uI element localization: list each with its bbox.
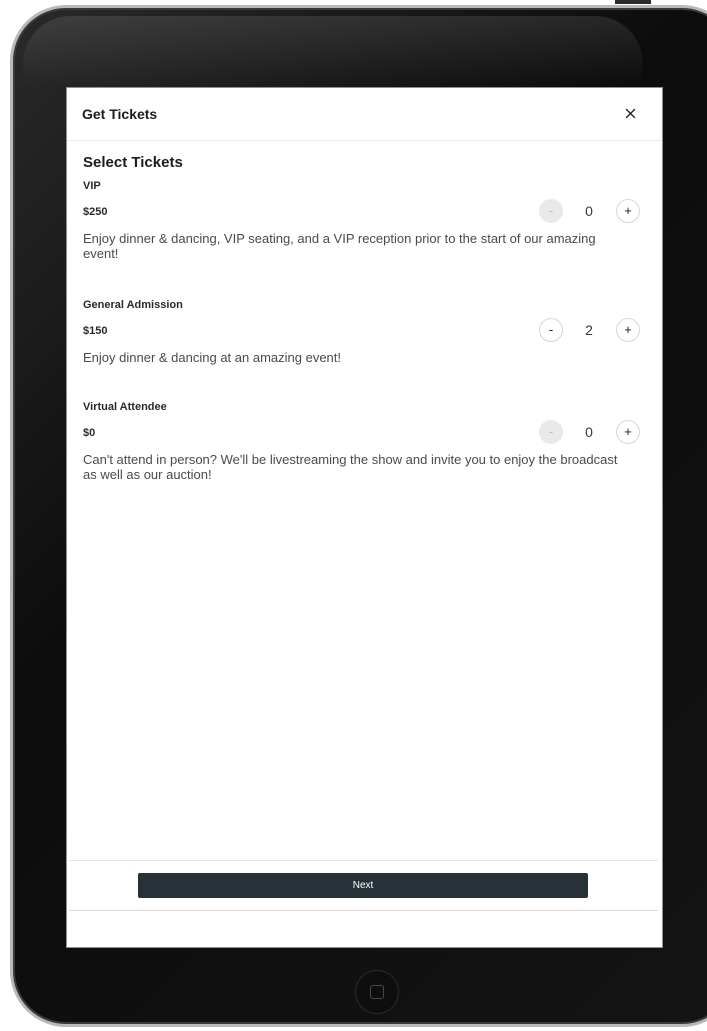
quantity-value: 0 (585, 203, 593, 219)
footer-divider (69, 860, 658, 861)
ticket-price: $150 (83, 325, 108, 337)
ticket-description: Can't attend in person? We'll be livestr… (83, 452, 618, 482)
ticket-name: VIP (83, 180, 101, 192)
ticket-price: $0 (83, 427, 96, 439)
increase-quantity-button[interactable]: + (616, 199, 640, 223)
ticket-price: $250 (83, 206, 108, 218)
quantity-value: 0 (585, 424, 593, 440)
increase-quantity-button[interactable]: + (616, 420, 640, 444)
decrease-quantity-button[interactable]: - (539, 420, 563, 444)
close-icon[interactable] (619, 102, 643, 126)
select-tickets-heading: Select Tickets (83, 154, 183, 171)
increase-quantity-button[interactable]: + (616, 318, 640, 342)
modal-header: Get Tickets (67, 88, 662, 141)
home-button[interactable] (355, 970, 399, 1014)
footer-bottom-divider (69, 910, 658, 911)
quantity-value: 2 (585, 322, 593, 338)
ticket-description: Enjoy dinner & dancing, VIP seating, and… (83, 231, 596, 261)
tablet-screen: Get Tickets Select Tickets VIP $250 - 0 … (66, 87, 663, 948)
modal-title: Get Tickets (82, 106, 158, 122)
frame-shine (23, 16, 643, 86)
next-button[interactable]: Next (138, 873, 588, 898)
ticket-description: Enjoy dinner & dancing at an amazing eve… (83, 350, 342, 365)
ticket-name: Virtual Attendee (83, 401, 167, 413)
decrease-quantity-button[interactable]: - (539, 199, 563, 223)
power-button (615, 0, 651, 4)
home-square-icon (370, 985, 384, 999)
decrease-quantity-button[interactable]: - (539, 318, 563, 342)
ticket-name: General Admission (83, 299, 183, 311)
